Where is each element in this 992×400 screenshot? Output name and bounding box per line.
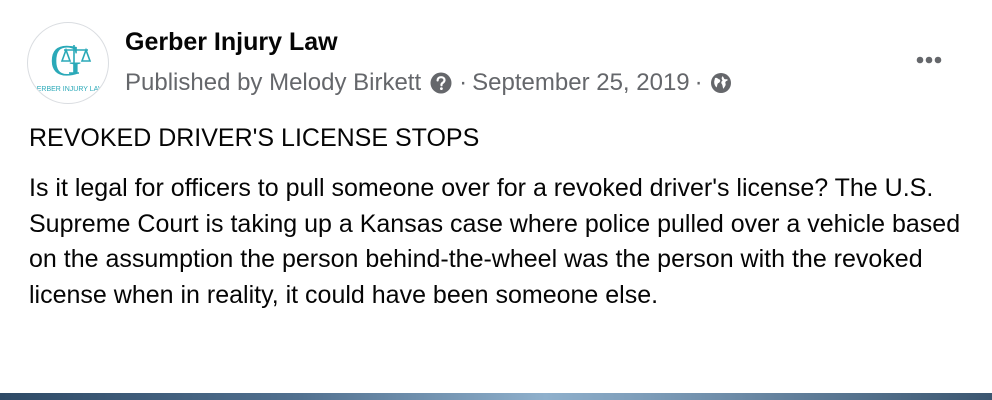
post-meta: Published by Melody Birkett · September … (125, 68, 732, 98)
post-title: REVOKED DRIVER'S LICENSE STOPS (29, 124, 480, 152)
post-header: G GERBER INJURY LAW Gerber Injury Law Pu… (27, 22, 992, 106)
more-options-icon (916, 56, 942, 64)
page-name[interactable]: Gerber Injury Law (125, 28, 338, 57)
meta-separator: · (459, 69, 468, 96)
globe-icon[interactable] (710, 72, 732, 94)
logo-caption: GERBER INJURY LAW (31, 86, 105, 93)
facebook-post: G GERBER INJURY LAW Gerber Injury Law Pu… (0, 0, 992, 400)
more-options-button[interactable] (909, 42, 949, 78)
gerber-logo: G GERBER INJURY LAW (29, 24, 107, 102)
post-content: REVOKED DRIVER'S LICENSE STOPS Is it leg… (29, 120, 964, 313)
question-circle-icon[interactable] (430, 72, 452, 94)
post-image-preview[interactable] (0, 393, 992, 400)
published-by-text[interactable]: Published by Melody Birkett (125, 69, 421, 97)
page-avatar[interactable]: G GERBER INJURY LAW (27, 22, 109, 104)
post-date[interactable]: September 25, 2019 (472, 69, 690, 97)
post-body: Is it legal for officers to pull someone… (29, 174, 961, 309)
meta-separator: · (694, 69, 703, 96)
